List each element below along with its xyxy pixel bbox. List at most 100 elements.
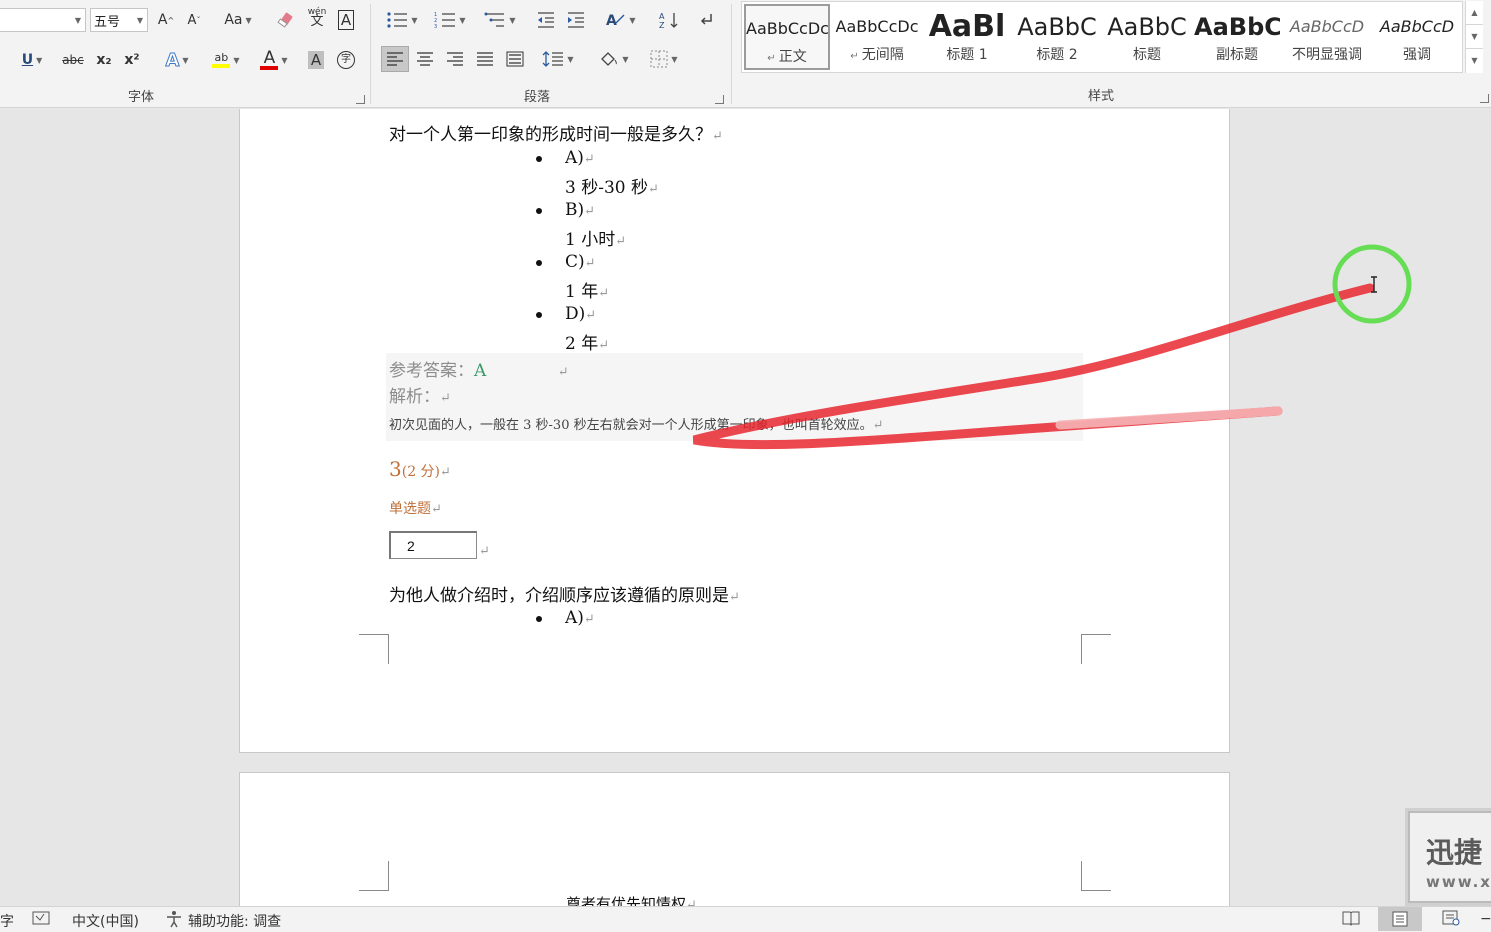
enclose-characters-button[interactable]: 字 [334,47,358,73]
increase-indent-button[interactable] [563,7,589,33]
gallery-down-icon[interactable]: ▼ [1466,25,1483,49]
borders-button[interactable]: ▼ [643,46,685,72]
svg-text:A: A [606,13,617,29]
accessibility-status[interactable]: 辅助功能: 调查 [188,911,281,931]
analysis-text[interactable]: 初次见面的人，一般在 3 秒-30 秒左右就会对一个人形成第一印象，也叫首轮效应… [389,414,884,433]
superscript-button[interactable]: x² [120,47,144,73]
styles-group-label: 样式 [1088,89,1115,104]
option-c-text[interactable]: 1 年↵ [565,277,609,302]
paragraph-dialog-launcher[interactable] [715,95,724,104]
option-d-text[interactable]: 2 年↵ [565,329,609,354]
option-bullet [536,208,542,214]
multilevel-list-button[interactable]: ▼ [479,7,521,33]
align-left-button[interactable] [381,46,409,72]
grow-font-button[interactable]: A ^ [154,7,178,33]
read-mode-icon[interactable] [1342,910,1360,930]
question-3-type[interactable]: 单选题↵ [389,498,442,518]
underline-button[interactable]: U ▼ [12,47,52,73]
decrease-indent-button[interactable] [533,7,559,33]
text-effects-button[interactable]: A ▼ [158,47,196,73]
watermark-url: www.x [1426,873,1491,891]
option-bullet [536,312,542,318]
input-para-mark: ↵ [479,544,490,559]
phonetic-guide-button[interactable]: wén 文 [304,4,330,30]
decrease-indent-icon [538,12,554,28]
styles-gallery: AaBbCcDc ↵ 正文 AaBbCcDc ↵ 无间隔 AaBl 标题 1 A… [741,1,1463,73]
shrink-font-button[interactable]: Aˇ [182,7,206,33]
styles-dialog-launcher[interactable] [1480,94,1489,103]
option-a-letter[interactable]: A)↵ [565,148,595,168]
option-c-letter[interactable]: C)↵ [565,252,596,272]
strikethrough-button[interactable]: abc [58,47,88,73]
style-no-spacing[interactable]: AaBbCcDc ↵ 无间隔 [834,4,920,70]
question-3-text[interactable]: 为他人做介绍时，介绍顺序应该遵循的原则是↵ [389,581,740,606]
question-3-option-a[interactable]: A)↵ [565,608,595,628]
style-subtle-emphasis[interactable]: AaBbCcD 不明显强调 [1284,4,1370,70]
highlight-button[interactable]: ab ▼ [204,47,248,73]
status-bar: 字 中文(中国) 辅助功能: 调查 − [0,906,1491,932]
margin-corner-bottom-right [1081,634,1111,664]
style-heading-1[interactable]: AaBl 标题 1 [924,4,1010,70]
subscript-button[interactable]: x₂ [92,47,116,73]
style-subtitle[interactable]: AaBbC 副标题 [1194,4,1280,70]
character-border-button[interactable]: A [334,7,358,33]
option-bullet [536,156,542,162]
proofing-icon[interactable] [32,910,50,930]
zoom-out-icon[interactable]: − [1480,911,1491,927]
app-watermark-logo: 迅捷 www.x [1405,808,1491,906]
question-2-text[interactable]: 对一个人第一印象的形成时间一般是多久？↵ [389,120,723,145]
styles-gallery-scroll: ▲ ▼ ▼ [1465,1,1483,73]
text-cursor-icon [1371,276,1377,293]
clear-formatting-button[interactable] [274,7,300,33]
word-count[interactable]: 字 [0,911,14,931]
web-layout-icon[interactable] [1442,910,1460,930]
chinese-layout-button[interactable]: A ▼ [601,7,641,33]
increase-indent-icon [568,12,584,28]
font-name-combo[interactable]: ▼ [0,8,86,32]
margin-corner-top-left [359,861,389,891]
style-heading-2[interactable]: AaBbC 标题 2 [1014,4,1100,70]
language-indicator[interactable]: 中文(中国) [72,911,139,931]
eraser-icon [277,12,293,28]
character-shading-button[interactable]: A [304,47,328,73]
option-a-text[interactable]: 3 秒-30 秒↵ [565,173,659,198]
font-dialog-launcher[interactable] [356,95,365,104]
document-page-2[interactable] [239,772,1230,912]
show-marks-button[interactable] [693,7,719,33]
analysis-label[interactable]: 解析：↵ [389,382,451,407]
option-bullet [536,616,542,622]
font-group-label: 字体 [128,90,155,105]
print-layout-icon[interactable] [1378,907,1422,931]
option-b-letter[interactable]: B)↵ [565,200,595,220]
line-spacing-icon [542,51,564,67]
sort-button[interactable]: AZ [655,7,683,33]
option-d-letter[interactable]: D)↵ [565,304,596,324]
multilevel-list-icon [484,12,505,27]
align-right-icon [447,52,463,66]
paragraph-group: ▼ 1 2 3 ▼ ▼ A ▼ AZ ▼ ▼ ▼ 段落 [371,0,729,108]
style-normal[interactable]: AaBbCcDc ↵ 正文 [744,4,830,70]
paragraph-group-label: 段落 [524,90,551,105]
bullets-button[interactable]: ▼ [381,7,423,33]
shading-button[interactable]: ▼ [593,46,635,72]
align-right-button[interactable] [441,46,469,72]
font-color-button[interactable]: A ▼ [254,47,294,73]
justify-button[interactable] [471,46,499,72]
change-case-button[interactable]: Aa ▼ [218,7,258,33]
option-b-text[interactable]: 1 小时↵ [565,225,626,250]
numbering-button[interactable]: 1 2 3 ▼ [429,7,471,33]
option-bullet [536,260,542,266]
style-title[interactable]: AaBbC 标题 [1104,4,1190,70]
answer-line[interactable]: 参考答案：A ↵ [389,356,569,381]
question-3-input[interactable]: 2 [389,531,477,559]
gallery-up-icon[interactable]: ▲ [1466,1,1483,25]
question-3-number[interactable]: 3(2 分)↵ [389,457,451,481]
line-spacing-button[interactable]: ▼ [537,46,579,72]
accessibility-icon[interactable] [165,910,183,932]
style-emphasis[interactable]: AaBbCcD 强调 [1374,4,1460,70]
gallery-more-icon[interactable]: ▼ [1466,49,1483,73]
font-size-combo[interactable]: 五号 ▼ [90,8,148,32]
justify-icon [477,52,493,66]
distributed-button[interactable] [501,46,529,72]
align-center-button[interactable] [411,46,439,72]
